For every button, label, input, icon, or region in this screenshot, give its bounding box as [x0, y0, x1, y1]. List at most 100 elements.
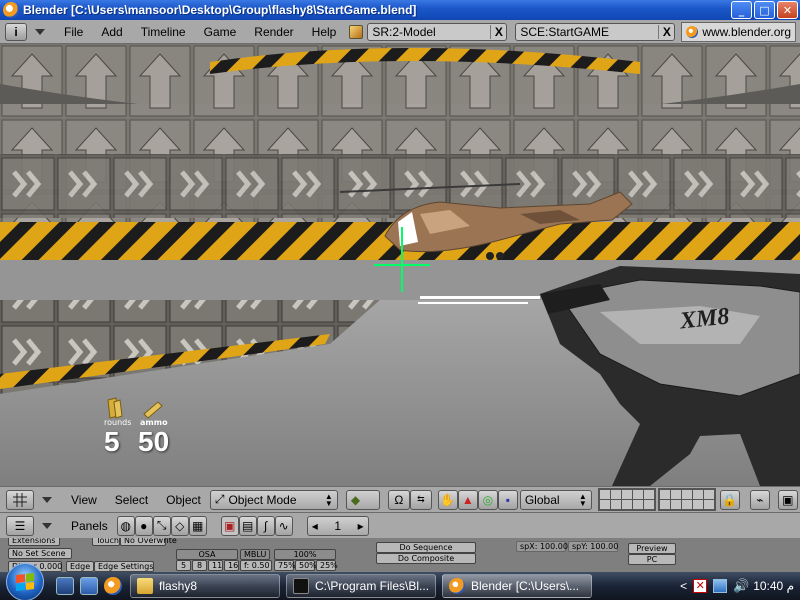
menu-render[interactable]: Render	[245, 25, 302, 39]
touch-button[interactable]: Touch	[92, 538, 120, 546]
render-context-button[interactable]: ▣	[220, 515, 239, 536]
do-composite-button[interactable]: Do Composite	[376, 553, 476, 564]
osa-11-button[interactable]: 11	[208, 560, 223, 571]
menu-object[interactable]: Object	[157, 493, 210, 507]
editing-icon: ◇	[175, 518, 185, 533]
frame-decrement-icon[interactable]: ◂	[312, 519, 318, 533]
screen-browse-icon[interactable]	[349, 24, 364, 39]
buttons-window-type-button[interactable]: ☰	[6, 515, 34, 536]
object-context-button[interactable]: ⤡	[152, 515, 171, 536]
network-icon[interactable]	[713, 579, 728, 593]
screen-name[interactable]: SR:2-Model	[368, 25, 490, 39]
mode-selector[interactable]: ⤢ Object Mode ▲ ▼	[209, 489, 338, 510]
size-50-button[interactable]: 50%	[295, 560, 317, 571]
frame-increment-icon[interactable]: ▸	[358, 519, 364, 533]
size-100-button[interactable]: 100%	[274, 549, 336, 560]
menu-select[interactable]: Select	[106, 493, 157, 507]
scale-button[interactable]: ▪	[497, 489, 518, 510]
menu-view[interactable]: View	[62, 493, 106, 507]
info-window-type-button[interactable]: i	[5, 22, 27, 41]
frame-number[interactable]: 1	[334, 519, 341, 533]
window-type-button[interactable]	[6, 489, 34, 510]
anim-context-button[interactable]: ▤	[238, 515, 257, 536]
manipulator-hand-button[interactable]: ✋	[437, 489, 458, 510]
delete-screen-button[interactable]: X	[490, 24, 506, 39]
logic-context-button[interactable]: ◍	[116, 515, 135, 536]
no-overwrite-button[interactable]: No Overwrite	[120, 538, 177, 546]
osa-8-button[interactable]: 8	[192, 560, 207, 571]
pc-button[interactable]: PC	[628, 554, 676, 565]
delete-scene-button[interactable]: X	[658, 24, 674, 39]
switch-windows-icon[interactable]	[80, 577, 98, 595]
pivot-alt-button[interactable]: ⇆	[409, 489, 432, 510]
task-flashy8[interactable]: flashy8	[130, 574, 280, 598]
orientation-selector[interactable]: Global ▲ ▼	[519, 489, 592, 510]
menu-timeline[interactable]: Timeline	[132, 25, 195, 39]
hand-icon: ✋	[440, 492, 456, 507]
window-titlebar[interactable]: Blender [C:\Users\mansoor\Desktop\Group\…	[0, 0, 800, 20]
scene-name[interactable]: SCE:StartGAME	[516, 25, 658, 39]
task-blender[interactable]: Blender [C:\Users\...	[442, 574, 592, 598]
editing-context-button[interactable]: ◇	[170, 515, 189, 536]
edge-button[interactable]: Edge	[66, 561, 94, 572]
orientation-label[interactable]: Global	[525, 493, 560, 507]
scene-context-button[interactable]: ▦	[188, 515, 207, 536]
frame-number-field[interactable]: ◂ 1 ▸	[306, 515, 369, 536]
pivot-button[interactable]: Ω	[387, 489, 410, 510]
screen-selector[interactable]: SR:2-Model X	[367, 22, 508, 41]
task-console[interactable]: C:\Program Files\Bl...	[286, 574, 436, 598]
collapse-menus-icon[interactable]	[35, 28, 45, 35]
wave-context-button[interactable]: ∿	[274, 515, 293, 536]
osa-5-button[interactable]: 5	[176, 560, 191, 571]
size-75-button[interactable]: 75%	[274, 560, 296, 571]
rotate-button[interactable]: ◎	[477, 489, 498, 510]
menu-help[interactable]: Help	[303, 25, 346, 39]
blender-org-link[interactable]: www.blender.org	[681, 21, 797, 42]
scene-selector[interactable]: SCE:StartGAME X	[515, 22, 676, 41]
folder-icon	[137, 578, 153, 594]
blur-factor-field[interactable]: f: 0.50	[240, 560, 272, 571]
collapse-panels-icon[interactable]	[42, 522, 52, 529]
draw-type-selector[interactable]: ◆	[345, 489, 380, 510]
maximize-button[interactable]: □	[754, 1, 775, 19]
blender-launch-icon[interactable]	[104, 577, 122, 595]
spy-field[interactable]: spY: 100.00	[568, 541, 618, 552]
snap-button[interactable]: ⌁	[749, 489, 770, 510]
mode-label[interactable]: Object Mode	[228, 493, 296, 507]
render-preview-button[interactable]: ▣	[777, 489, 798, 510]
show-desktop-icon[interactable]	[56, 577, 74, 595]
security-alert-icon[interactable]: ✕	[693, 579, 708, 593]
sound-context-button[interactable]: ∫	[256, 515, 275, 536]
mode-arrows-icon: ▲ ▼	[324, 491, 333, 508]
collapse-view-menus-icon[interactable]	[42, 496, 52, 503]
menu-add[interactable]: Add	[92, 25, 131, 39]
layers-grid-1[interactable]	[597, 488, 656, 511]
task-console-label: C:\Program Files\Bl...	[315, 579, 429, 593]
close-button[interactable]: ✕	[777, 1, 798, 19]
minimize-button[interactable]: _	[731, 1, 752, 19]
spx-field[interactable]: spX: 100.00	[516, 541, 568, 552]
volume-icon[interactable]: 🔊	[733, 579, 749, 593]
blender-org-text[interactable]: www.blender.org	[702, 25, 791, 39]
ammo-count: 50	[138, 426, 170, 457]
start-button[interactable]	[6, 563, 44, 600]
shading-context-button[interactable]: ●	[134, 515, 153, 536]
osa-16-button[interactable]: 16	[224, 560, 239, 571]
clock[interactable]: 10:40 م	[753, 579, 794, 593]
size-25-button[interactable]: 25%	[316, 560, 338, 571]
edge-settings-button[interactable]: Edge Settings	[94, 561, 154, 572]
osa-button[interactable]: OSA	[176, 549, 238, 560]
layers-grid-2[interactable]	[657, 488, 716, 511]
lock-layers-button[interactable]: 🔒	[719, 489, 740, 510]
menu-file[interactable]: File	[55, 25, 92, 39]
extensions-button[interactable]: Extensions	[8, 538, 60, 546]
do-sequence-button[interactable]: Do Sequence	[376, 542, 476, 553]
no-set-scene-button[interactable]: No Set Scene	[8, 548, 72, 559]
game-viewport[interactable]: XM8 rounds ammo 5 50	[0, 44, 800, 486]
panels-menu[interactable]: Panels	[62, 519, 117, 533]
menu-game[interactable]: Game	[195, 25, 246, 39]
tray-expand-arrow[interactable]: <	[680, 579, 687, 593]
translate-button[interactable]: ▲	[457, 489, 478, 510]
mblur-button[interactable]: MBLU	[240, 549, 270, 560]
preview-button[interactable]: Preview	[628, 543, 676, 554]
